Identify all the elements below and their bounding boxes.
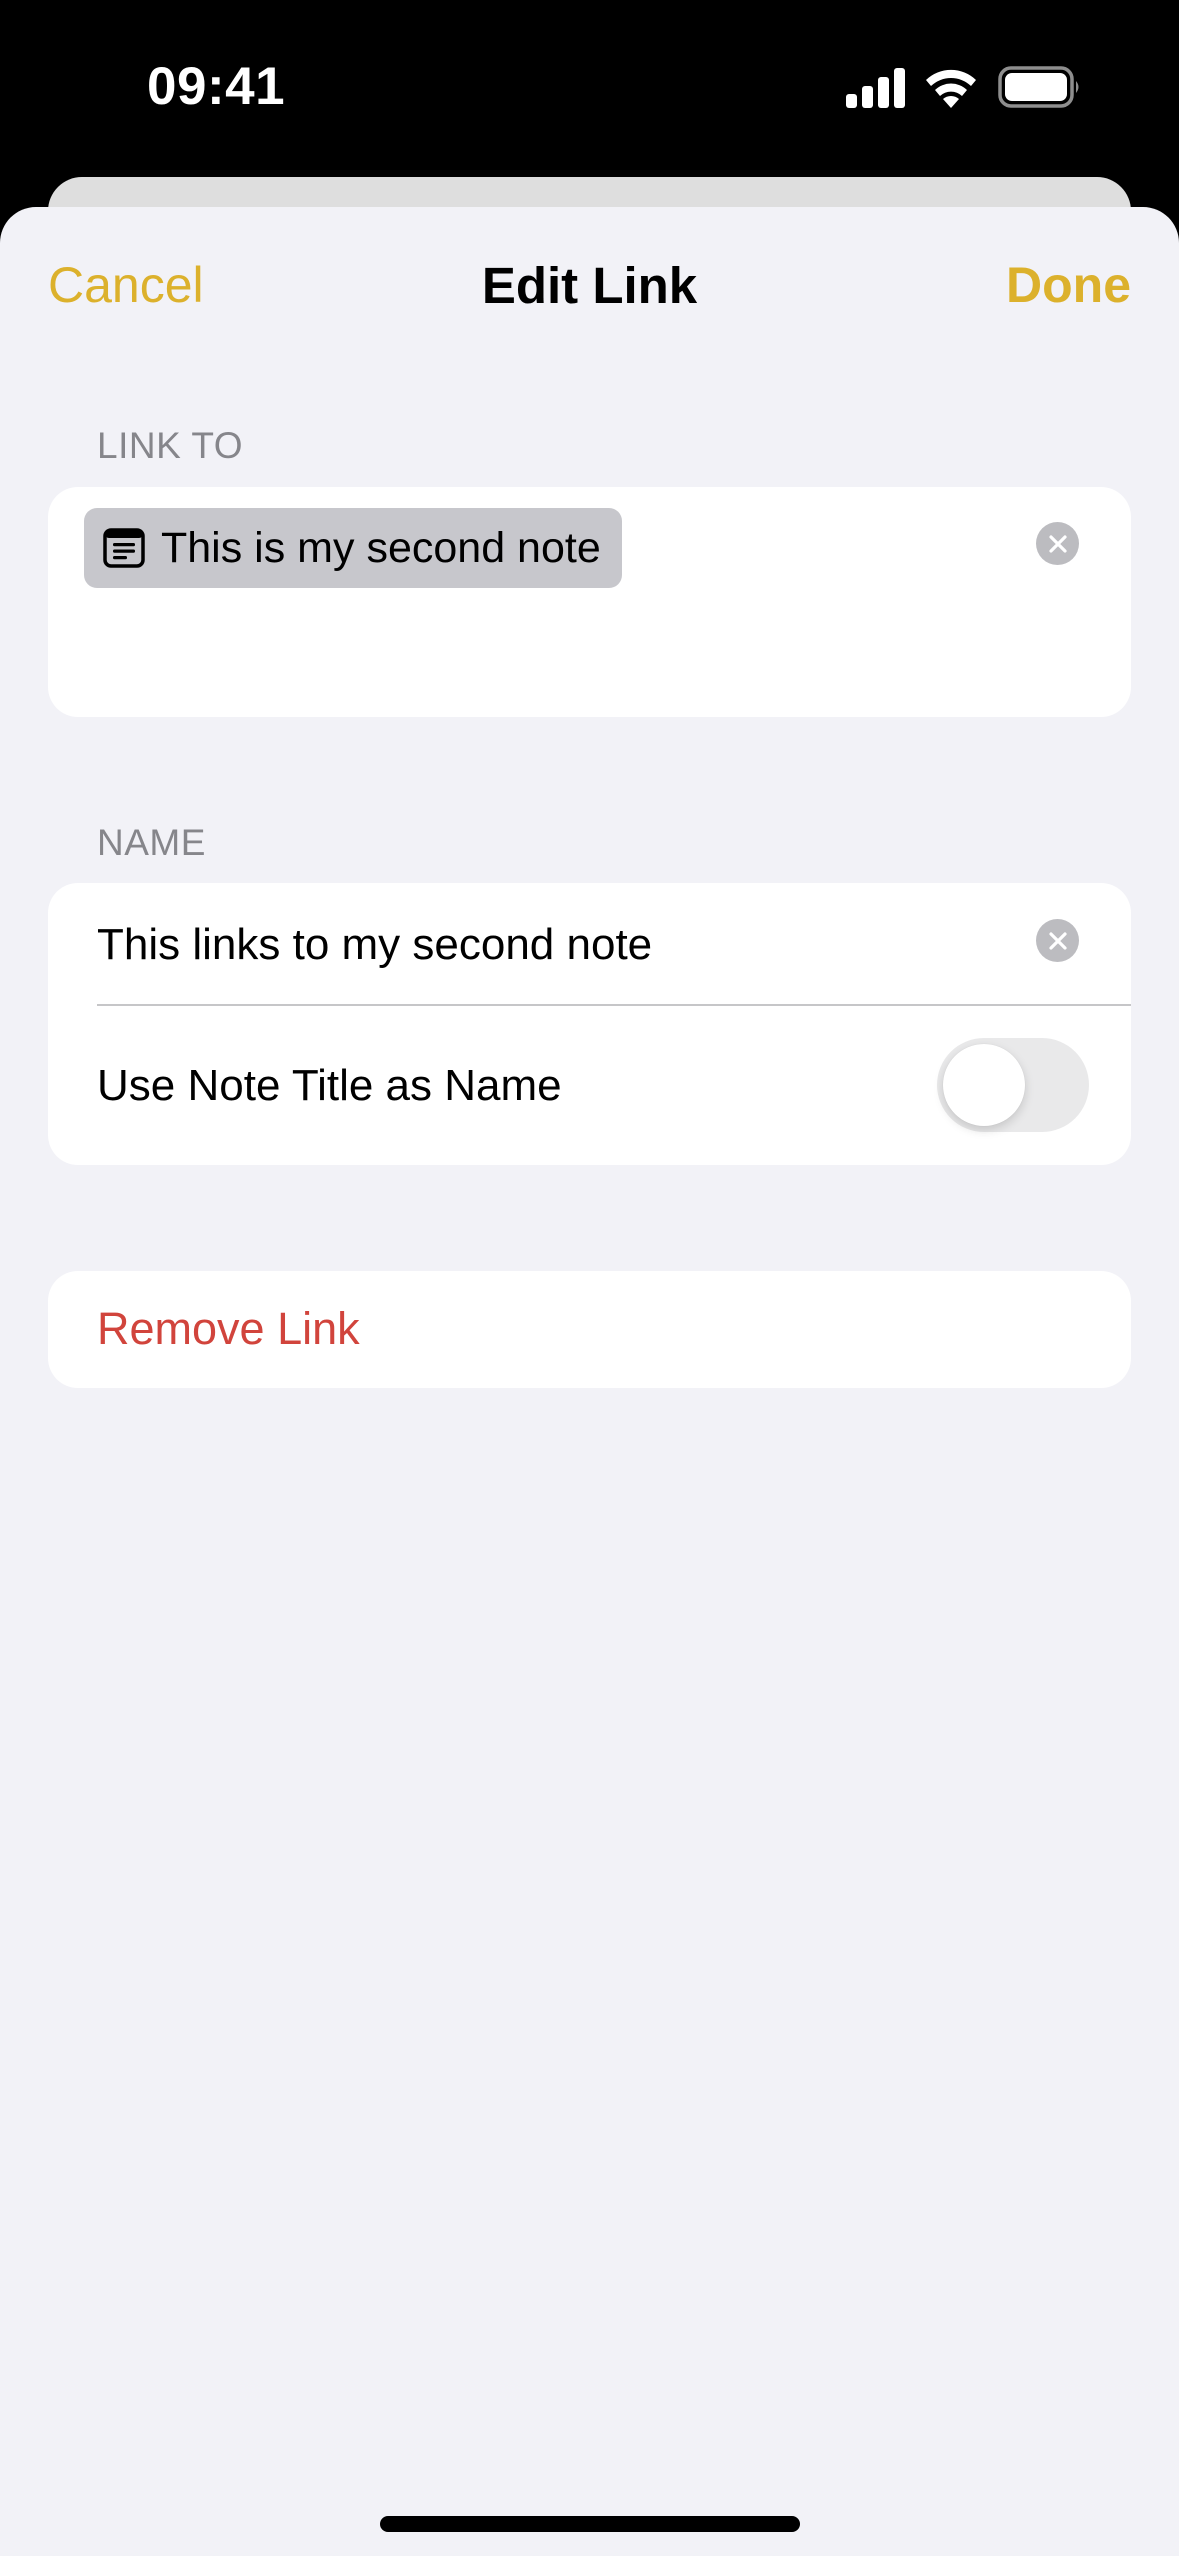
home-indicator: [380, 2516, 800, 2532]
cancel-button[interactable]: Cancel: [48, 256, 204, 314]
status-time: 09:41: [147, 57, 286, 116]
name-card: This links to my second note Use Note Ti…: [48, 883, 1131, 1165]
toggle-knob: [943, 1044, 1025, 1126]
wifi-icon: [926, 69, 976, 108]
name-section-label: NAME: [97, 822, 206, 863]
separator: [97, 1004, 1131, 1006]
signal-icon: [846, 68, 905, 108]
link-to-field[interactable]: This is my second note: [48, 487, 1131, 717]
use-note-title-toggle[interactable]: [937, 1038, 1089, 1132]
linked-note-title: This is my second note: [161, 523, 601, 572]
link-to-section-label: LINK TO: [97, 425, 244, 466]
name-input[interactable]: This links to my second note: [97, 920, 652, 970]
linked-note-chip[interactable]: This is my second note: [84, 508, 622, 588]
clear-link-button[interactable]: [1036, 522, 1079, 565]
remove-link-button[interactable]: Remove Link: [48, 1271, 1131, 1388]
status-bar: 09:41: [0, 0, 1179, 177]
clear-icon: [1048, 534, 1067, 553]
clear-name-button[interactable]: [1036, 919, 1079, 962]
clear-icon: [1048, 931, 1067, 950]
note-icon: [103, 528, 145, 568]
done-button[interactable]: Done: [1006, 256, 1131, 314]
remove-link-label: Remove Link: [97, 1303, 360, 1354]
battery-icon: [998, 66, 1079, 108]
use-note-title-label: Use Note Title as Name: [97, 1061, 562, 1110]
